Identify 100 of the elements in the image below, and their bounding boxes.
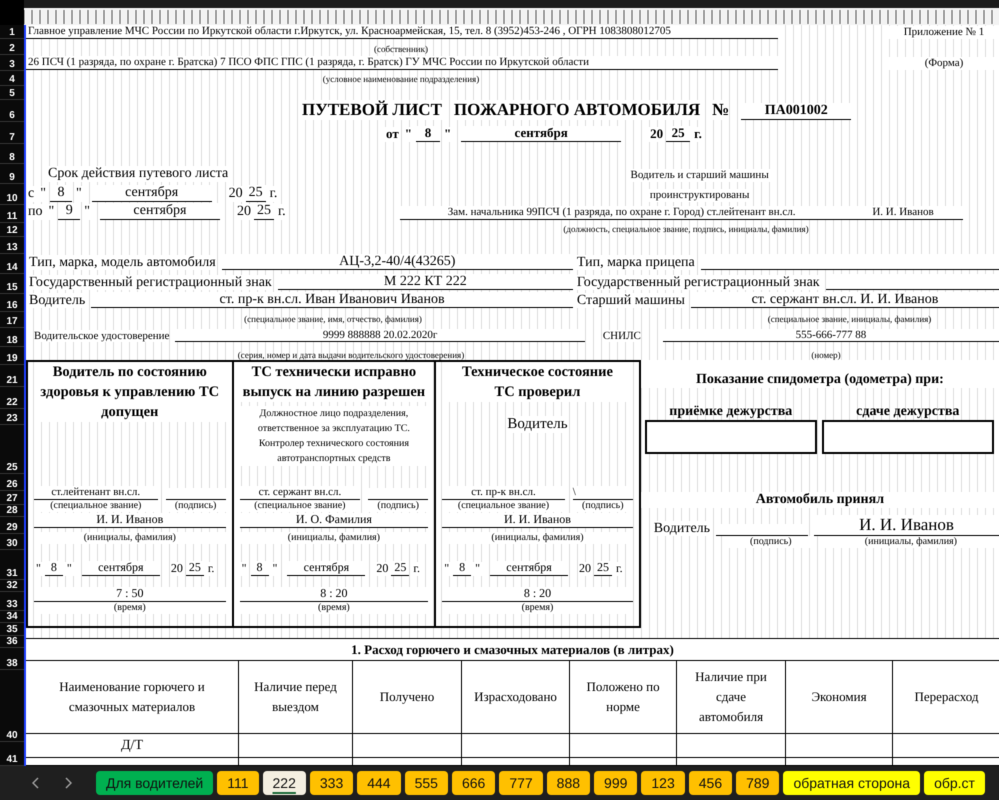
- row-number[interactable]: 4: [0, 71, 24, 86]
- sheet-tab[interactable]: 789: [736, 771, 780, 795]
- row-number[interactable]: 34: [0, 610, 24, 624]
- field-label: Тип, марка прицепа: [576, 254, 695, 270]
- column-header: Положено по норме: [569, 660, 677, 734]
- number-cell: ПА001002: [741, 102, 852, 120]
- row-number[interactable]: 32: [0, 580, 24, 592]
- field-label: Государственный регистрационный знак: [29, 274, 272, 290]
- row-number[interactable]: 19: [0, 346, 24, 365]
- row-number[interactable]: 29: [0, 517, 24, 534]
- row-number[interactable]: 22: [0, 386, 24, 410]
- sheet-tab[interactable]: 666: [452, 771, 496, 795]
- row-number[interactable]: 28: [0, 504, 24, 518]
- row-number[interactable]: 16: [0, 294, 24, 312]
- quote-mark: ": [442, 562, 452, 576]
- year-cell: 25: [391, 561, 410, 576]
- rank-cell: ст. сержант вн.сл.: [240, 486, 360, 500]
- field-label: СНИЛС: [602, 330, 641, 342]
- year-cell: 25: [246, 184, 266, 202]
- sheet-tab[interactable]: обратная сторона: [783, 771, 920, 795]
- quote-mark: ": [64, 562, 74, 576]
- row-number[interactable]: 15: [0, 274, 24, 294]
- row-number[interactable]: 33: [0, 592, 24, 611]
- field-value: АЦ-3,2-40/4(43265): [222, 254, 573, 270]
- day-cell: 8: [250, 561, 268, 576]
- quote-mark: ": [82, 204, 92, 220]
- row-number[interactable]: 11: [0, 204, 24, 223]
- century-text: 20: [375, 562, 390, 576]
- sheet-tab[interactable]: 888: [546, 771, 590, 795]
- sheet-tab[interactable]: 999: [594, 771, 638, 795]
- row-number[interactable]: 14: [0, 254, 24, 274]
- row-number[interactable]: 10: [0, 184, 24, 205]
- time-cell: 8 : 20: [442, 587, 633, 602]
- sheet-tab[interactable]: 111: [217, 771, 259, 795]
- row-number[interactable]: 12: [0, 222, 24, 238]
- row-number[interactable]: 17: [0, 312, 24, 328]
- sheet-tab[interactable]: 444: [357, 771, 401, 795]
- row-number[interactable]: 21: [0, 364, 24, 387]
- caption-text: (специальное звание, имя, отчество, фамилия): [243, 314, 423, 324]
- quote-mark: ": [38, 186, 48, 202]
- quote-mark: ": [240, 562, 248, 576]
- row-number[interactable]: 1: [0, 25, 24, 40]
- sheet-tab[interactable]: 777: [499, 771, 543, 795]
- row-number[interactable]: 25: [0, 425, 24, 474]
- number-sign: №: [712, 100, 730, 120]
- rank-cell: ст.лейтенант вн.сл.: [34, 486, 158, 500]
- sheet-tab[interactable]: 222: [262, 771, 306, 795]
- day-cell: 8: [50, 184, 72, 202]
- month-cell: сентября: [490, 561, 568, 576]
- field-label: Старший машины: [576, 292, 685, 308]
- row-number[interactable]: 2: [0, 39, 24, 55]
- row-number[interactable]: 27: [0, 490, 24, 505]
- quote-mark: ": [46, 204, 56, 220]
- field-value: ст. сержант вн.сл. И. И. Иванов: [690, 292, 999, 308]
- position-cell: Зам. начальника 99ПСЧ (1 разряда, по охране г. Город) ст.лейтенант вн.сл.: [400, 206, 843, 220]
- sheet-tab[interactable]: 456: [688, 771, 732, 795]
- fuel-title: 1. Расход горючего и смазочных материалов (в литрах): [26, 638, 999, 660]
- century-text: 20: [236, 204, 252, 220]
- column-header: Наименование горючего и смазочных материалов: [26, 660, 239, 734]
- sheet-tab[interactable]: Для водителей: [96, 771, 214, 795]
- row-number[interactable]: 30: [0, 534, 24, 550]
- name-cell: И. И. Иванов: [843, 206, 963, 220]
- row-number[interactable]: 36: [0, 636, 24, 648]
- panel-title: ТС технически исправно выпуск на линию разрешен: [240, 362, 428, 402]
- sheet-tab[interactable]: 333: [310, 771, 354, 795]
- row-number[interactable]: 7: [0, 122, 24, 144]
- role-text: Водитель: [654, 520, 710, 536]
- day-cell: 9: [58, 202, 80, 220]
- name-cell: И. И. Иванов: [814, 515, 999, 536]
- date-prefix: от: [384, 127, 401, 142]
- row-number[interactable]: 40: [0, 670, 24, 742]
- row-number[interactable]: 13: [0, 237, 24, 254]
- caption-text: (инициалы, фамилия): [240, 532, 428, 544]
- year-cell: 25: [594, 561, 612, 576]
- sheet-tab[interactable]: обр.ст: [924, 771, 985, 795]
- row-number[interactable]: 26: [0, 474, 24, 491]
- sheet-tab[interactable]: 555: [404, 771, 448, 795]
- month-cell: сентября: [82, 561, 160, 576]
- field-value: ст. пр-к вн.сл. Иван Иванович Иванов: [91, 292, 573, 308]
- row-number[interactable]: 6: [0, 100, 24, 122]
- row-number[interactable]: 3: [0, 54, 24, 72]
- row-number[interactable]: 23: [0, 409, 24, 426]
- field-label: Тип, марка, модель автомобиля: [29, 254, 216, 270]
- sheet-tab[interactable]: 123: [641, 771, 685, 795]
- row-number[interactable]: 35: [0, 623, 24, 636]
- year-suffix: г.: [276, 204, 288, 220]
- row-number[interactable]: 8: [0, 144, 24, 164]
- field-value: 555-666-777 88: [662, 328, 999, 342]
- time-cell: 8 : 20: [240, 587, 428, 602]
- row-number[interactable]: 31: [0, 550, 24, 580]
- chevron-right-icon: [64, 777, 72, 789]
- row-number[interactable]: 9: [0, 164, 24, 184]
- row-number[interactable]: 18: [0, 328, 24, 347]
- briefing-text: проинструктированы: [648, 189, 752, 202]
- row-number[interactable]: 38: [0, 648, 24, 670]
- quote-mark: ": [74, 186, 84, 202]
- name-cell: И. И. Иванов: [442, 513, 633, 528]
- unit-text: 26 ПСЧ (1 разряда, по охране г. Братска) 7 ПСО ФПС ГПС (1 разряда, г. Братск) ГУ МЧС России по Иркутской области: [26, 56, 778, 70]
- day-cell: 8: [44, 561, 63, 576]
- row-number[interactable]: 5: [0, 86, 24, 100]
